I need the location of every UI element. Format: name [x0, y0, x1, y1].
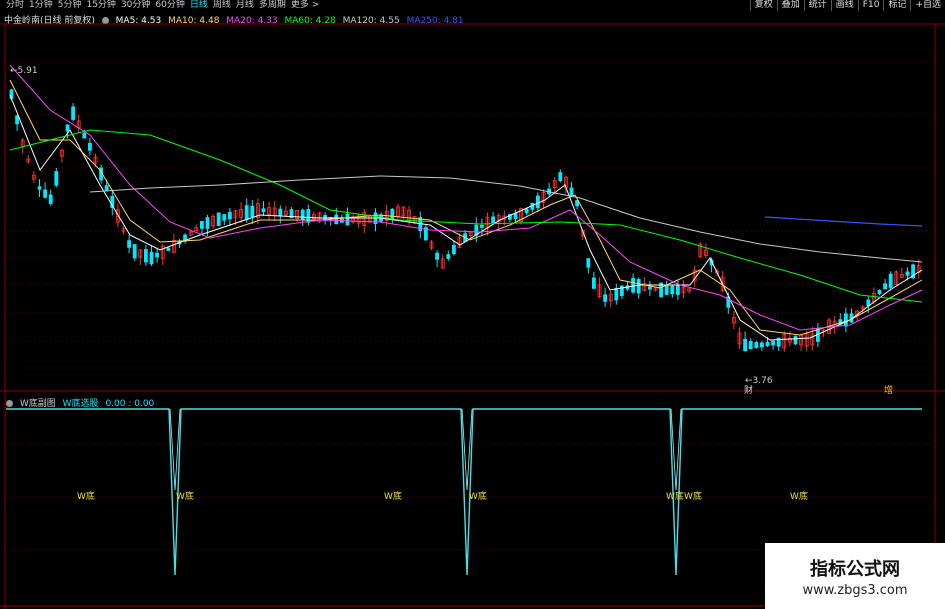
candle-body-114	[648, 286, 652, 290]
candle-body-1	[15, 115, 20, 125]
candle-body-132	[748, 340, 753, 350]
candle-body-10	[65, 124, 70, 132]
watermark-logo: 指标公式网 www.zbgs3.com	[765, 543, 945, 609]
candle-body-134	[760, 342, 764, 348]
candle-body-119	[676, 285, 680, 295]
candle-body-111	[631, 277, 635, 293]
candle-body-38	[222, 214, 227, 221]
candle-body-48	[278, 208, 283, 216]
w-label-3: W底	[469, 490, 487, 502]
high-price-label: ←5.91	[10, 66, 38, 76]
candle-body-45	[261, 208, 266, 213]
candle-body-100	[569, 187, 574, 196]
w-label-4: W底	[666, 490, 684, 502]
candle-body-76	[435, 252, 440, 260]
candle-body-84	[479, 224, 484, 228]
w-label-2: W底	[384, 490, 402, 502]
w-label-5: W底	[684, 490, 702, 502]
candle-body-25	[149, 251, 154, 265]
candle-body-131	[743, 338, 747, 352]
candle-body-79	[451, 244, 456, 255]
low-price-label: ←3.76	[745, 376, 773, 386]
candle-body-98	[558, 172, 563, 181]
ma60-line	[9, 129, 923, 303]
candle-body-28	[166, 247, 171, 251]
candle-body-7	[48, 194, 53, 204]
candle-body-14	[88, 142, 92, 151]
watermark-url: www.zbgs3.com	[802, 583, 908, 598]
candle-body-11	[71, 106, 75, 120]
candle-body-157	[888, 273, 893, 288]
candle-body-24	[143, 249, 148, 263]
candle-body-133	[754, 342, 759, 348]
candle-body-103	[586, 258, 591, 268]
candle-body-136	[771, 340, 775, 346]
candle-body-118	[670, 285, 675, 295]
candle-body-160	[905, 271, 910, 276]
candle-body-78	[446, 254, 451, 259]
candle-body-104	[592, 277, 596, 289]
candle-body-26	[155, 252, 160, 258]
ma20-line	[9, 64, 923, 331]
w-label-1: W底	[176, 490, 194, 502]
kline-chart[interactable]: ←5.91←3.76财 增W底 W底 W底 W底 W底 W底 W底	[0, 0, 945, 609]
candle-body-155	[877, 289, 882, 295]
ma250-line	[764, 216, 923, 227]
candle-body-58	[334, 214, 339, 225]
candle-body-92	[524, 208, 529, 214]
candle-body-135	[765, 341, 770, 347]
watermark-title: 指标公式网	[810, 559, 900, 580]
candle-body-106	[603, 294, 607, 302]
candle-body-22	[132, 244, 137, 259]
candle-body-5	[37, 186, 42, 190]
candle-body-149	[844, 313, 848, 327]
candle-body-108	[614, 287, 619, 301]
candle-body-68	[390, 208, 395, 219]
candle-body-52	[300, 209, 305, 221]
candle-body-6	[43, 189, 47, 198]
w-label-0: W底	[77, 490, 95, 502]
candle-body-37	[216, 212, 221, 226]
candle-body-17	[104, 185, 109, 191]
ma5-line	[9, 94, 923, 341]
candle-body-86	[491, 216, 496, 223]
candle-body-13	[82, 132, 87, 139]
candle-body-21	[127, 240, 131, 248]
candle-body-42	[244, 205, 249, 220]
candle-body-8	[54, 171, 59, 186]
ma10-line	[9, 79, 923, 336]
candle-body-140	[793, 335, 798, 345]
candle-body-94	[536, 195, 540, 209]
increase-marker: 增	[884, 384, 893, 396]
candle-body-156	[883, 283, 887, 290]
candle-body-90	[513, 213, 518, 219]
candle-body-112	[636, 279, 641, 294]
candle-body-39	[227, 211, 232, 220]
candle-body-34	[199, 220, 204, 229]
candle-body-60	[345, 213, 350, 226]
candle-body-117	[664, 285, 669, 295]
candle-body-35	[205, 217, 210, 229]
w-label-6: W底	[790, 490, 808, 502]
finance-marker: 财	[744, 384, 753, 396]
candle-body-43	[250, 205, 255, 218]
